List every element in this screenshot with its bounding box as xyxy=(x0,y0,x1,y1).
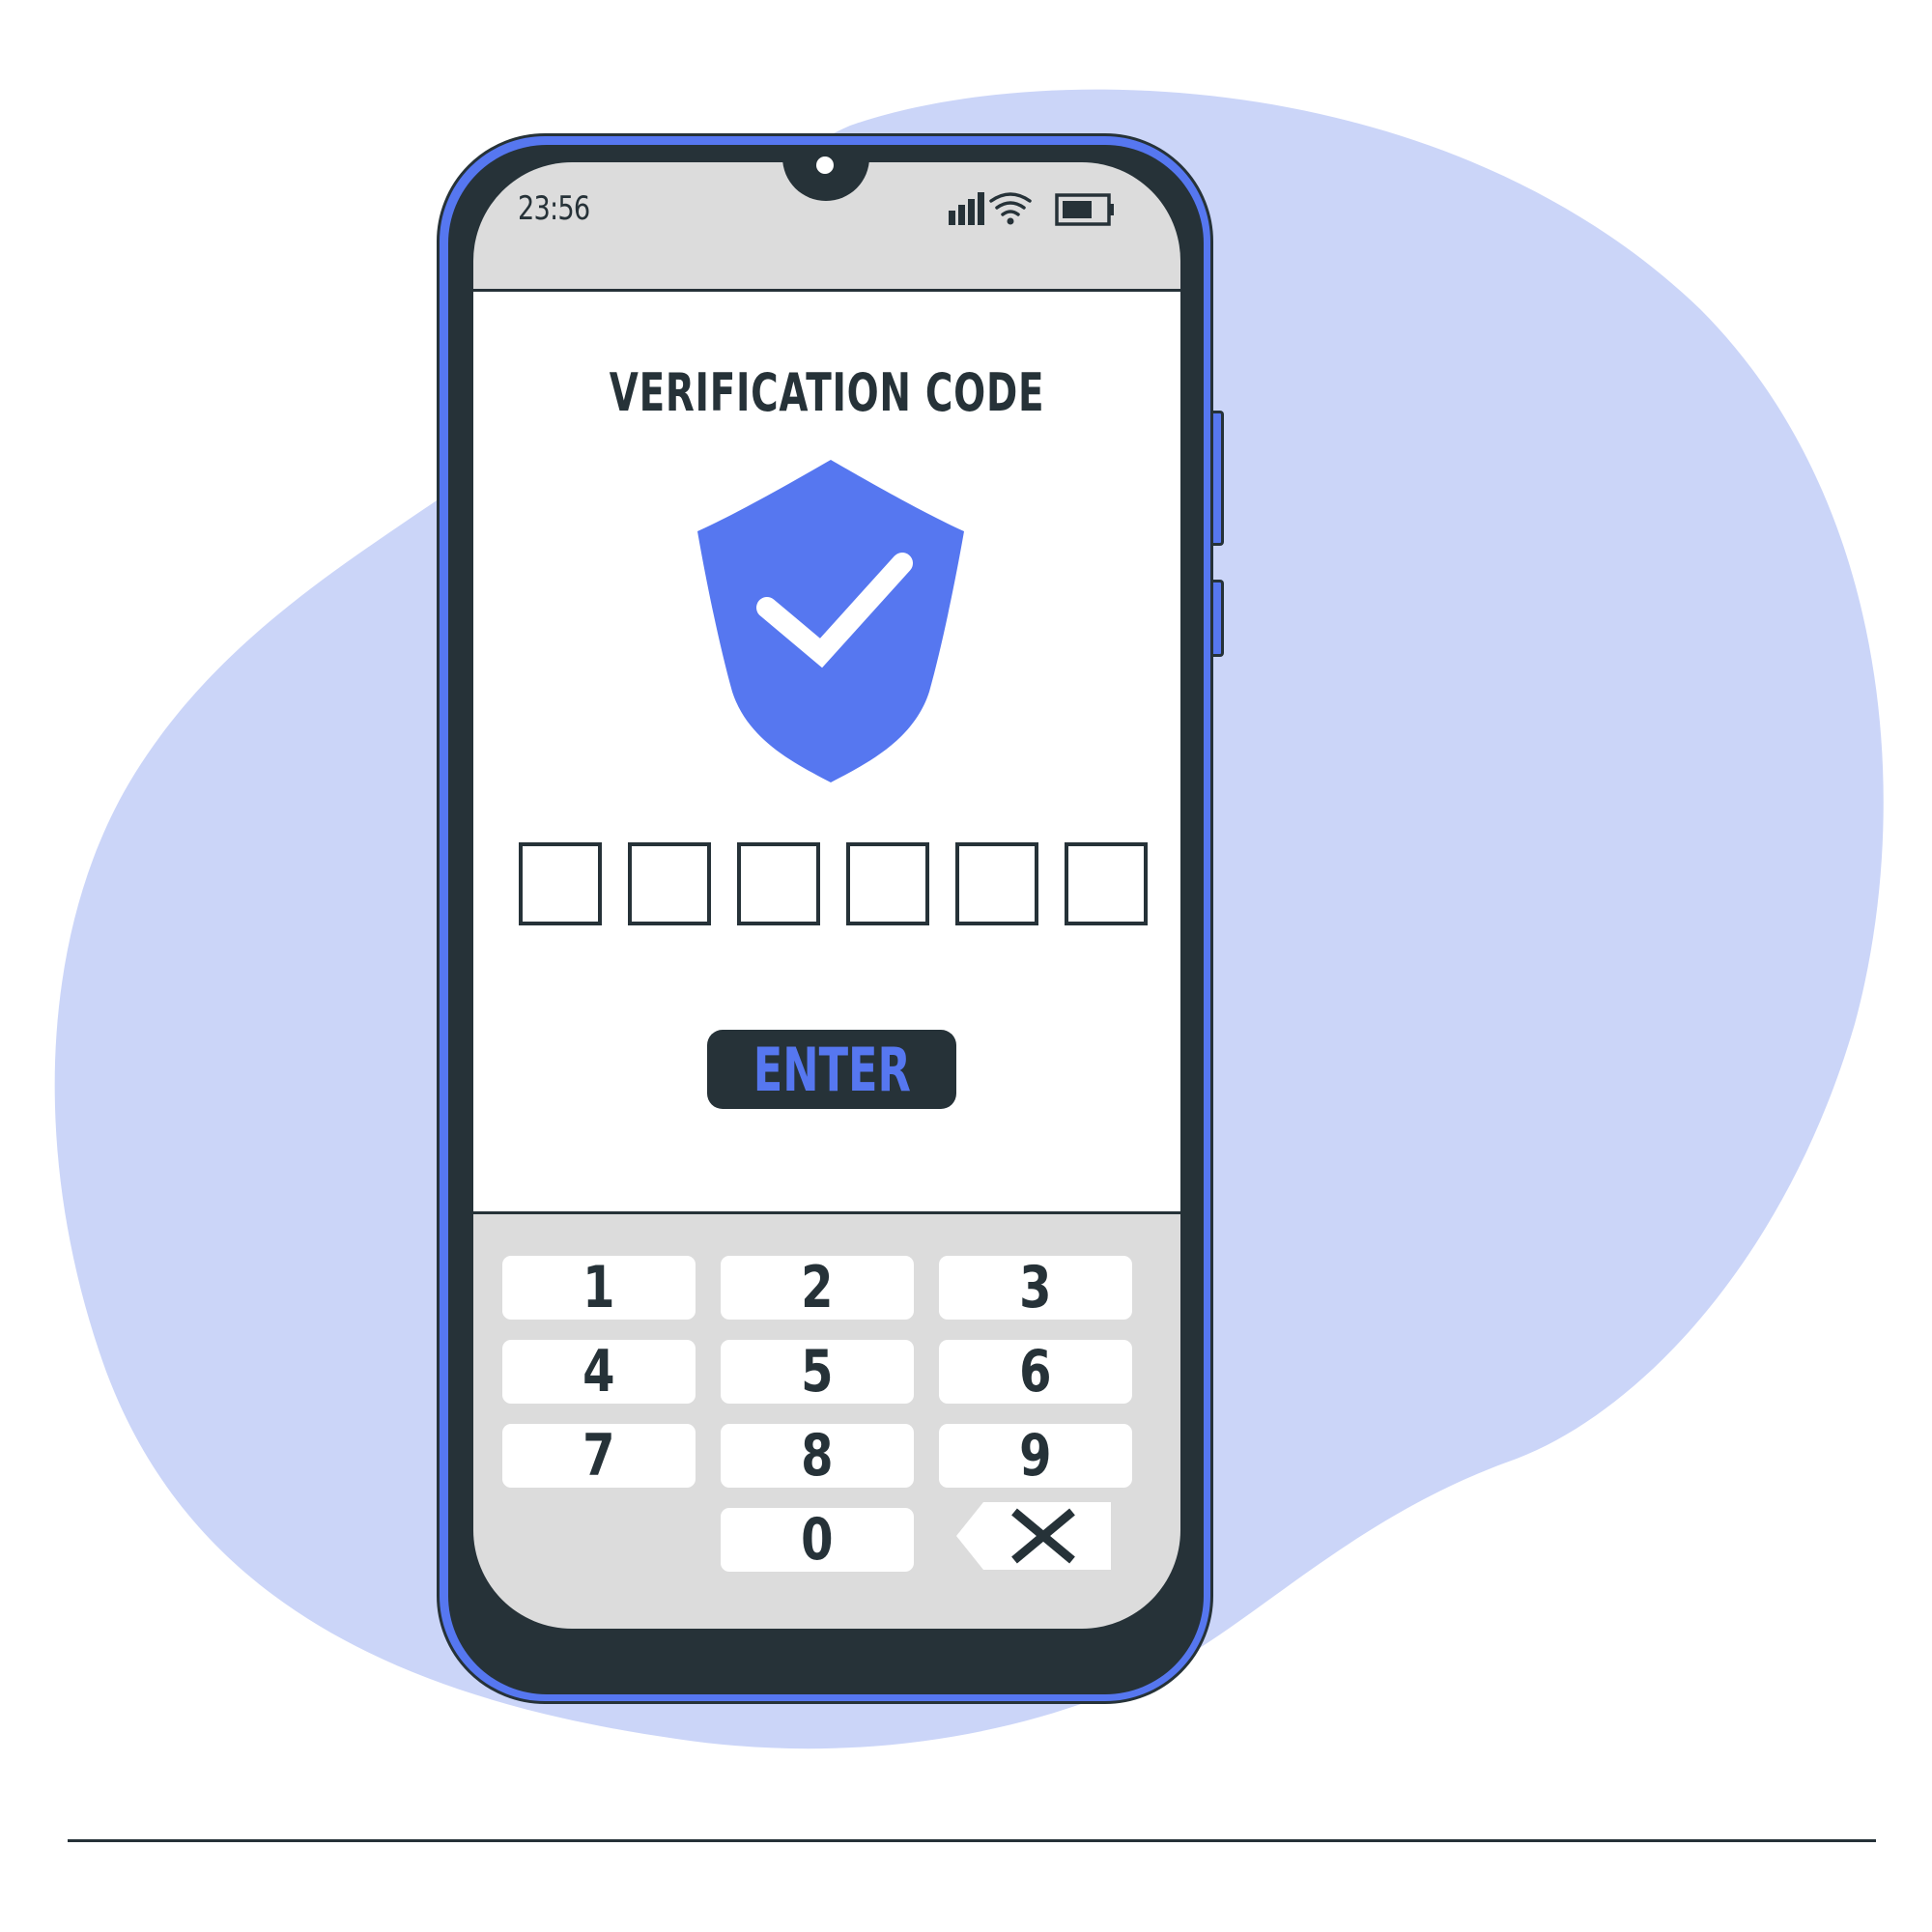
page-title: VERIFICATION CODE xyxy=(609,362,1045,423)
keypad-key-5[interactable]: 5 xyxy=(721,1340,914,1404)
enter-button[interactable]: ENTER xyxy=(707,1030,956,1109)
keypad-key-label: 0 xyxy=(801,1506,834,1574)
status-time: 23:56 xyxy=(518,189,590,228)
keypad-key-3[interactable]: 3 xyxy=(939,1256,1132,1320)
ground-line xyxy=(68,1839,1876,1842)
keypad-key-8[interactable]: 8 xyxy=(721,1424,914,1488)
code-digit-box[interactable] xyxy=(955,842,1038,925)
keypad-key-label: 2 xyxy=(801,1254,834,1321)
signal-icon xyxy=(949,192,984,225)
code-digit-box[interactable] xyxy=(628,842,711,925)
enter-label: ENTER xyxy=(753,1034,911,1105)
keypad-key-7[interactable]: 7 xyxy=(502,1424,696,1488)
front-camera xyxy=(816,156,834,174)
shield-check-icon xyxy=(697,460,964,782)
status-icons xyxy=(949,192,1114,226)
keypad-key-4[interactable]: 4 xyxy=(502,1340,696,1404)
keypad-key-0[interactable]: 0 xyxy=(721,1508,914,1572)
code-digit-box[interactable] xyxy=(737,842,820,925)
keypad-key-6[interactable]: 6 xyxy=(939,1340,1132,1404)
code-digit-box[interactable] xyxy=(1065,842,1148,925)
battery-icon xyxy=(1055,193,1114,226)
keypad-key-2[interactable]: 2 xyxy=(721,1256,914,1320)
keypad-key-label: 6 xyxy=(1019,1338,1052,1406)
backspace-key[interactable] xyxy=(956,1502,1111,1570)
code-digit-box[interactable] xyxy=(519,842,602,925)
code-digit-box[interactable] xyxy=(846,842,929,925)
wifi-icon xyxy=(989,192,1032,225)
keypad-key-label: 1 xyxy=(582,1254,615,1321)
keypad-key-label: 4 xyxy=(582,1338,615,1406)
keypad-key-label: 3 xyxy=(1019,1254,1052,1321)
keypad-key-1[interactable]: 1 xyxy=(502,1256,696,1320)
keypad-key-label: 9 xyxy=(1019,1422,1052,1490)
keypad-key-label: 8 xyxy=(801,1422,834,1490)
keypad-key-9[interactable]: 9 xyxy=(939,1424,1132,1488)
keypad-key-label: 5 xyxy=(801,1338,834,1406)
keypad-key-label: 7 xyxy=(582,1422,615,1490)
